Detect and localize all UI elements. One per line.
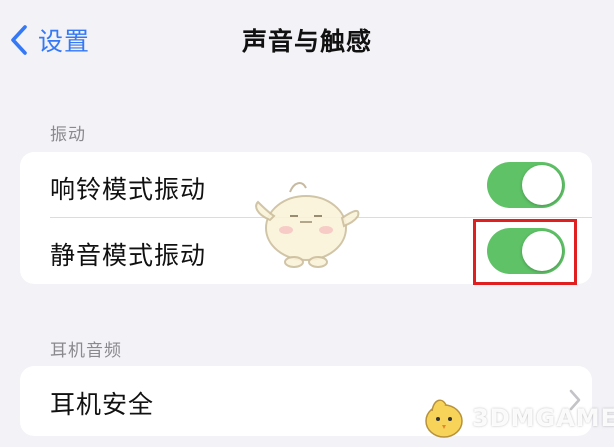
page-title: 声音与触感	[241, 27, 372, 56]
toggle-knob	[522, 165, 562, 205]
section-header-vibration: 振动	[50, 125, 86, 145]
silent-mode-vibration-label: 静音模式振动	[50, 241, 207, 270]
watermark-text: 3DMGAME	[472, 404, 614, 432]
mascot-watermark-icon	[255, 182, 360, 268]
watermark-bird-icon	[425, 399, 463, 438]
highlight-box	[473, 219, 577, 285]
ring-mode-vibration-label: 响铃模式振动	[50, 175, 207, 204]
ring-mode-vibration-toggle[interactable]	[487, 162, 565, 208]
section-header-headphone-audio: 耳机音频	[50, 341, 122, 361]
watermark: 3DMGAME	[420, 395, 614, 441]
navigation-bar: 设置 声音与触感	[0, 0, 614, 80]
headphone-safety-label: 耳机安全	[50, 390, 155, 419]
